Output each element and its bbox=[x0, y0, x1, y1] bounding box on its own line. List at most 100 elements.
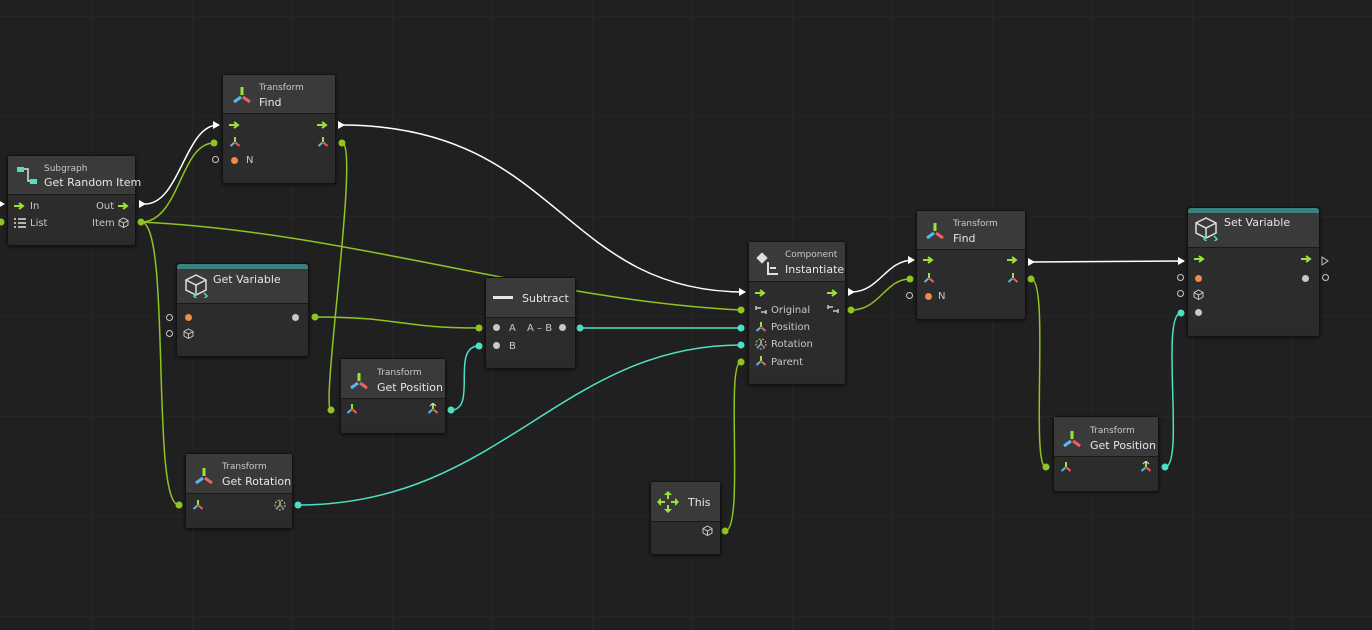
node-kind: Transform bbox=[259, 83, 304, 93]
transform-small-icon bbox=[1060, 462, 1072, 472]
transform-icon bbox=[1063, 431, 1081, 448]
flow-arrow-icon bbox=[317, 121, 328, 129]
cube-icon bbox=[1195, 217, 1218, 241]
port-name[interactable] bbox=[1195, 275, 1202, 282]
port-object-input[interactable] bbox=[1177, 290, 1184, 297]
port-label-position: Position bbox=[771, 322, 810, 333]
node-title: Subtract bbox=[522, 292, 569, 305]
node-kind: Transform bbox=[377, 368, 422, 378]
port-label-list: List bbox=[30, 218, 48, 229]
port-name[interactable] bbox=[185, 314, 192, 321]
port-n-input[interactable] bbox=[212, 156, 219, 163]
flow-wire-find1-to-instantiate bbox=[340, 124, 746, 293]
wire-instantiate-to-find2 bbox=[850, 278, 911, 311]
transform-small-icon bbox=[923, 273, 935, 283]
object-icon bbox=[755, 306, 767, 314]
port-label-b: B bbox=[509, 341, 516, 352]
cube-icon bbox=[702, 525, 713, 536]
position-icon bbox=[755, 322, 767, 332]
node-transform-find-2[interactable]: Transform Find N bbox=[916, 210, 1026, 320]
node-title: Get Rotation bbox=[222, 475, 292, 488]
flow-arrow-icon bbox=[1194, 255, 1205, 263]
port-label-a: A bbox=[509, 323, 516, 334]
flow-arrow-icon bbox=[923, 256, 934, 264]
node-transform-find-1[interactable]: Transform Find N bbox=[222, 74, 336, 184]
wire-getposition1-to-subtract-b bbox=[450, 345, 480, 411]
port-label-item: Item bbox=[92, 218, 115, 229]
node-kind: Subgraph bbox=[44, 164, 88, 174]
flow-arrow-icon bbox=[14, 202, 25, 210]
position-icon bbox=[1140, 461, 1152, 472]
port-object-input[interactable] bbox=[166, 330, 173, 337]
cube-icon bbox=[183, 328, 194, 339]
flow-wire-random-to-find1 bbox=[144, 124, 219, 205]
wire-find2-to-getposition2 bbox=[1030, 278, 1047, 468]
port-label-n: N bbox=[246, 155, 254, 166]
node-get-position-1[interactable]: Transform Get Position bbox=[340, 358, 446, 434]
port-name-input[interactable] bbox=[1177, 274, 1184, 281]
cube-icon bbox=[1193, 289, 1204, 300]
node-kind: Transform bbox=[222, 462, 267, 472]
port-label-out: Out bbox=[96, 201, 115, 212]
flow-wire-find2-to-setvariable bbox=[1030, 260, 1185, 263]
node-get-variable[interactable]: Get Variable bbox=[176, 263, 309, 357]
port-name-input[interactable] bbox=[166, 314, 173, 321]
node-title: Get Position bbox=[1090, 439, 1156, 452]
port-label-original: Original bbox=[771, 305, 811, 316]
rotation-icon bbox=[274, 499, 286, 511]
wire-getposition2-to-setvariable bbox=[1164, 312, 1182, 468]
flow-arrow-icon bbox=[827, 289, 838, 297]
position-icon bbox=[427, 403, 439, 414]
this-icon bbox=[657, 491, 679, 513]
node-kind: Transform bbox=[953, 219, 998, 229]
node-get-random-item[interactable]: Subgraph Get Random Item In Out List Ite… bbox=[7, 155, 141, 246]
flow-arrow-icon bbox=[1007, 256, 1018, 264]
object-icon bbox=[827, 305, 839, 313]
list-icon bbox=[14, 218, 26, 228]
cube-icon bbox=[185, 274, 208, 298]
node-this[interactable]: This bbox=[650, 481, 721, 555]
node-set-variable[interactable]: Set Variable bbox=[1187, 207, 1320, 337]
node-title: This bbox=[688, 496, 711, 509]
component-icon bbox=[756, 252, 778, 275]
transform-small-icon bbox=[192, 500, 204, 510]
node-title: Instantiate bbox=[785, 263, 845, 276]
port-label-parent: Parent bbox=[771, 357, 804, 368]
node-instantiate[interactable]: Component Instantiate Original Position … bbox=[748, 241, 846, 385]
port-value-output[interactable] bbox=[1322, 274, 1329, 281]
port-value-out[interactable] bbox=[1302, 275, 1309, 282]
flow-wire-instantiate-to-find2 bbox=[850, 259, 915, 293]
port-b[interactable] bbox=[493, 342, 500, 349]
transform-icon bbox=[195, 468, 213, 485]
node-title: Set Variable bbox=[1224, 216, 1291, 229]
port-n[interactable] bbox=[231, 157, 238, 164]
port-n[interactable] bbox=[925, 293, 932, 300]
flow-arrow-icon bbox=[1301, 255, 1312, 263]
transform-icon bbox=[926, 223, 944, 240]
node-kind: Transform bbox=[1090, 426, 1135, 436]
node-subtract[interactable]: Subtract A A – B B bbox=[485, 277, 576, 369]
minus-icon bbox=[493, 296, 513, 299]
port-value[interactable] bbox=[292, 314, 299, 321]
transform-small-icon bbox=[755, 356, 767, 366]
wire-item-to-find1 bbox=[140, 142, 215, 223]
node-title: Get Position bbox=[377, 381, 443, 394]
transform-small-icon bbox=[317, 137, 329, 147]
port-value[interactable] bbox=[1195, 309, 1202, 316]
rotation-icon bbox=[755, 338, 767, 350]
node-title: Find bbox=[259, 96, 282, 109]
port-n-input[interactable] bbox=[906, 292, 913, 299]
transform-small-icon bbox=[229, 137, 241, 147]
flow-arrow-icon bbox=[229, 121, 240, 129]
port-result[interactable] bbox=[559, 324, 566, 331]
port-label-n: N bbox=[938, 291, 946, 302]
wire-this-to-parent bbox=[724, 361, 742, 532]
node-get-position-2[interactable]: Transform Get Position bbox=[1053, 416, 1159, 492]
transform-icon bbox=[233, 87, 251, 104]
node-kind: Component bbox=[785, 250, 838, 260]
port-label-rotation: Rotation bbox=[771, 339, 813, 350]
wire-getvariable-to-subtract bbox=[314, 316, 480, 329]
node-get-rotation[interactable]: Transform Get Rotation bbox=[185, 453, 293, 529]
port-a[interactable] bbox=[493, 324, 500, 331]
port-label-in: In bbox=[30, 201, 40, 212]
